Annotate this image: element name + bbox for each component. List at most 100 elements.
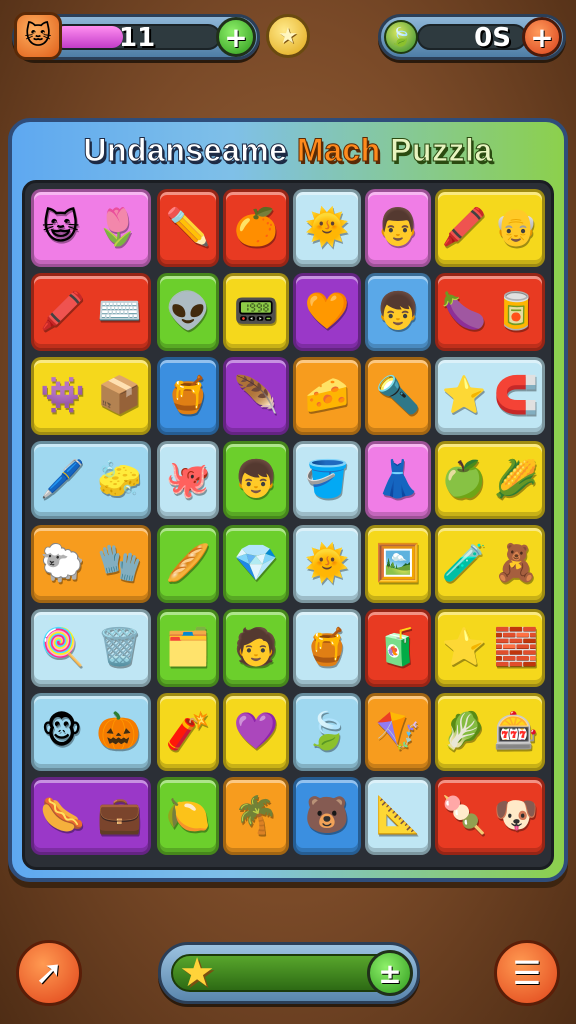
- game-tile[interactable]: 💜: [223, 693, 289, 771]
- game-tile[interactable]: 🍏 🌽: [435, 441, 545, 519]
- game-tile[interactable]: 🐙: [157, 441, 219, 519]
- game-tile[interactable]: ⭐ 🧲: [435, 357, 545, 435]
- game-tile[interactable]: 👦: [365, 273, 431, 351]
- tile-item-icon: 👨: [375, 207, 421, 248]
- game-tile[interactable]: 👨: [365, 189, 431, 267]
- menu-button[interactable]: ☰: [494, 940, 560, 1006]
- hud-left-value: 11: [119, 23, 156, 53]
- game-tile[interactable]: 🥖: [157, 525, 219, 603]
- game-tile[interactable]: 🌴: [223, 777, 289, 855]
- tile-item-icon: 👦: [375, 291, 421, 332]
- game-tile[interactable]: ✏️: [157, 189, 219, 267]
- game-tile[interactable]: 🍯: [293, 609, 361, 687]
- bottom-action-button[interactable]: ±: [367, 950, 413, 996]
- tile-item-icon: 👦: [233, 459, 279, 500]
- title-part-3: Puzzla: [390, 132, 493, 169]
- tile-item-icon: 🧨: [165, 711, 211, 752]
- hud-left-add-button[interactable]: +: [216, 17, 256, 57]
- hud-right-value: 0S: [474, 23, 511, 53]
- game-tile[interactable]: 📐: [365, 777, 431, 855]
- puzzle-board: Undanseame Mach Puzzla 😺 🌷 ✏️ 🍊 🌞 👨 🖍️ 👴 🖍️ ⌨️ 👽 📟 🧡…: [8, 118, 568, 882]
- tile-grid: 😺 🌷 ✏️ 🍊 🌞 👨 🖍️ 👴 🖍️ ⌨️ 👽 📟 🧡 👦 🍆 🥫 👾 📦 🍯 🪶 🧀 🔦 ⭐ 🧲 🖊️ 🧽 🐙 👦 🪣 👗 🍏 🌽 🐑 🧤 🥖…: [22, 180, 554, 870]
- tile-item-icon: 🍏: [441, 459, 487, 500]
- game-tile[interactable]: 🔦: [365, 357, 431, 435]
- game-tile[interactable]: 🪶: [223, 357, 289, 435]
- game-tile[interactable]: 👗: [365, 441, 431, 519]
- game-tile[interactable]: 👦: [223, 441, 289, 519]
- tile-item-icon: 📟: [233, 291, 279, 332]
- game-tile[interactable]: 👽: [157, 273, 219, 351]
- game-tile[interactable]: 🍯: [157, 357, 219, 435]
- tile-item-icon: 🍃: [304, 711, 350, 752]
- game-tile[interactable]: 🐑 🧤: [31, 525, 151, 603]
- tile-item-icon: 🖍️: [40, 291, 85, 332]
- tile-item-icon: 💜: [233, 711, 279, 752]
- game-tile[interactable]: 🍃: [293, 693, 361, 771]
- game-tile[interactable]: 💎: [223, 525, 289, 603]
- game-tile[interactable]: 🍡 🐶: [435, 777, 545, 855]
- tile-item-icon: 🐙: [165, 459, 211, 500]
- title-part-1: Undanseame: [83, 132, 288, 169]
- bottom-power-bar: ★ ±: [158, 942, 420, 1004]
- game-tile[interactable]: 😺 🌷: [31, 189, 151, 267]
- tile-item-icon: 🪁: [375, 711, 421, 752]
- tile-item-icon: 🥫: [493, 291, 539, 332]
- game-tile[interactable]: 🐵 🎃: [31, 693, 151, 771]
- game-tile[interactable]: 🌞: [293, 525, 361, 603]
- game-tile[interactable]: 🌞: [293, 189, 361, 267]
- tile-item-icon: 🍆: [441, 291, 487, 332]
- game-tile[interactable]: 🖊️ 🧽: [31, 441, 151, 519]
- tile-item-icon: 🐶: [493, 795, 539, 836]
- tile-item-icon: 🌞: [304, 207, 350, 248]
- game-tile[interactable]: 🗂️: [157, 609, 219, 687]
- game-tile[interactable]: 🍋: [157, 777, 219, 855]
- tile-item-icon: 🐑: [40, 543, 85, 584]
- game-tile[interactable]: 🖍️ ⌨️: [31, 273, 151, 351]
- tile-item-icon: 😺: [41, 207, 80, 248]
- tile-item-icon: 🥬: [441, 711, 487, 752]
- game-tile[interactable]: 🧪 🧸: [435, 525, 545, 603]
- game-tile[interactable]: 🌭 💼: [31, 777, 151, 855]
- pointer-button[interactable]: ➚: [16, 940, 82, 1006]
- game-tile[interactable]: 👾 📦: [31, 357, 151, 435]
- tile-item-icon: 🍊: [233, 207, 279, 248]
- tile-item-icon: 📐: [375, 795, 421, 836]
- title-part-2: Mach: [296, 132, 381, 169]
- game-tile[interactable]: 🪣: [293, 441, 361, 519]
- tile-item-icon: 🧑: [233, 627, 279, 668]
- hud-left-bar-track: 11: [51, 23, 221, 53]
- star-coin-icon[interactable]: ★: [266, 14, 310, 58]
- cat-face-icon: 🐱: [14, 12, 62, 60]
- game-tile[interactable]: 🧡: [293, 273, 361, 351]
- game-tile[interactable]: 📟: [223, 273, 289, 351]
- game-tile[interactable]: 🥬 🎰: [435, 693, 545, 771]
- game-tile[interactable]: 🖼️: [365, 525, 431, 603]
- game-tile[interactable]: 🍆 🥫: [435, 273, 545, 351]
- game-tile[interactable]: 🖍️ 👴: [435, 189, 545, 267]
- game-tile[interactable]: 🍊: [223, 189, 289, 267]
- game-tile[interactable]: 🐻: [293, 777, 361, 855]
- tile-item-icon: 🖼️: [375, 543, 421, 584]
- tile-item-icon: 🔦: [375, 375, 421, 416]
- star-icon: ★: [179, 950, 215, 996]
- tile-item-icon: 🧀: [304, 375, 350, 416]
- tile-item-icon: 🌞: [304, 543, 350, 584]
- game-title: Undanseame Mach Puzzla: [12, 132, 564, 169]
- tile-item-icon: 🪣: [304, 459, 350, 500]
- hud-right-add-button[interactable]: +: [522, 17, 562, 57]
- tile-item-icon: ⭐: [441, 627, 487, 668]
- tile-item-icon: 🧱: [493, 627, 539, 668]
- tile-item-icon: 🗂️: [165, 627, 211, 668]
- game-tile[interactable]: ⭐ 🧱: [435, 609, 545, 687]
- tile-item-icon: 👾: [40, 375, 85, 416]
- tile-item-icon: 🪶: [233, 375, 279, 416]
- game-tile[interactable]: 🧨: [157, 693, 219, 771]
- leaf-gem-icon: 🍃: [384, 20, 418, 54]
- game-tile[interactable]: 🪁: [365, 693, 431, 771]
- tile-item-icon: 🍋: [165, 795, 211, 836]
- game-tile[interactable]: 🧃: [365, 609, 431, 687]
- game-tile[interactable]: 🧑: [223, 609, 289, 687]
- game-tile[interactable]: 🍭 🗑️: [31, 609, 151, 687]
- tile-item-icon: 📦: [97, 375, 142, 416]
- game-tile[interactable]: 🧀: [293, 357, 361, 435]
